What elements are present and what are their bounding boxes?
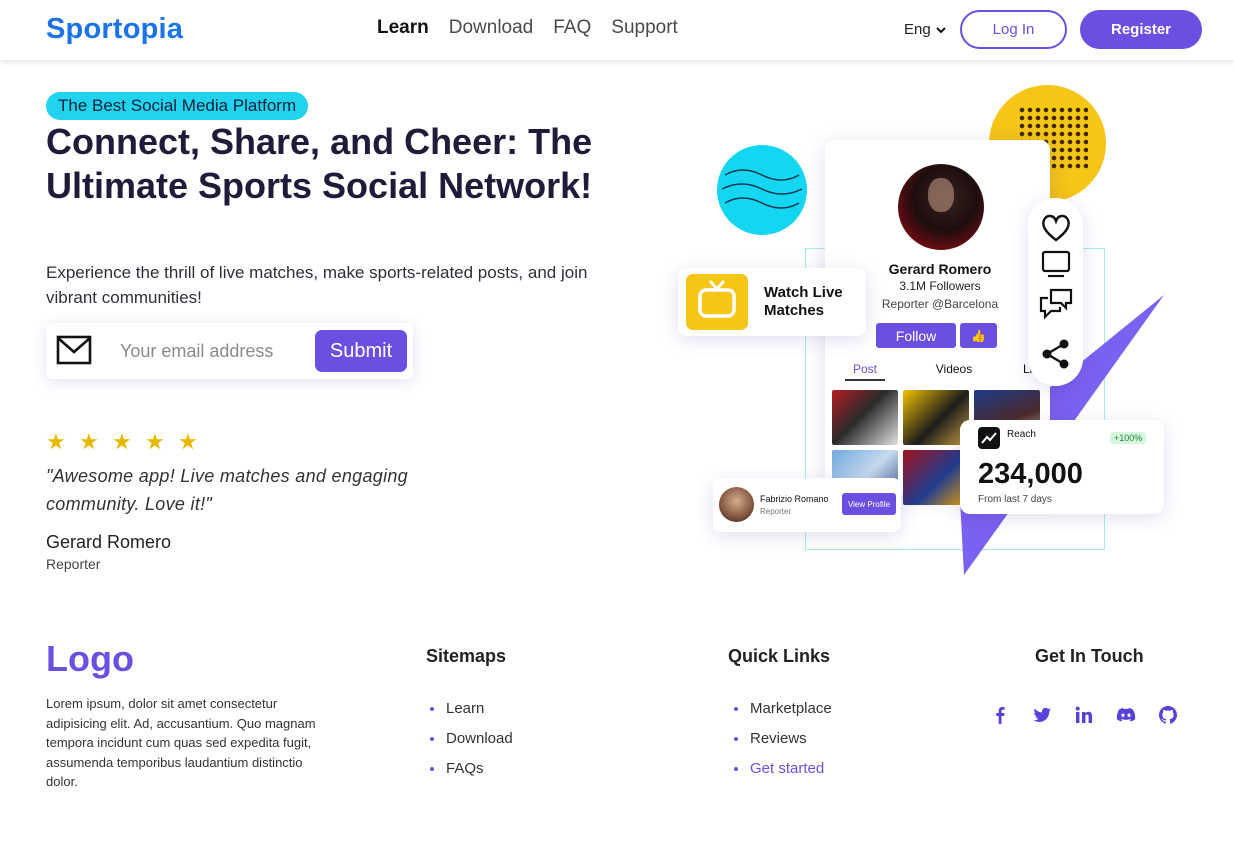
login-button[interactable]: Log In <box>960 10 1067 49</box>
rating-stars: ★ ★ ★ ★ ★ <box>46 429 198 454</box>
nav-learn[interactable]: Learn <box>377 17 429 39</box>
footer-logo[interactable]: Logo <box>46 638 134 680</box>
tv-icon-box <box>686 274 748 330</box>
post-thumbnail[interactable] <box>832 390 898 445</box>
trend-up-icon <box>978 427 1000 449</box>
chevron-down-icon <box>935 26 946 33</box>
mail-icon <box>56 335 92 365</box>
reach-period: From last 7 days <box>978 494 1052 505</box>
hero-illustration: Gerard Romero 3.1M Followers Reporter @B… <box>670 80 1230 580</box>
reporter-name: Fabrizio Romano <box>760 494 829 504</box>
language-label: Eng <box>904 21 931 38</box>
star-icon: ★ <box>112 429 132 454</box>
decor-cyan-circle <box>717 145 807 235</box>
reach-stats-card: Reach +100% 234,000 From last 7 days <box>960 420 1164 514</box>
testimonial-quote: "Awesome app! Live matches and engaging … <box>46 466 408 514</box>
language-selector[interactable]: Eng <box>904 21 946 38</box>
main-nav: Learn Download FAQ Support <box>377 17 698 39</box>
reach-growth-badge: +100% <box>1110 432 1147 444</box>
reach-label: Reach <box>1007 429 1036 440</box>
discord-icon[interactable] <box>1115 704 1137 726</box>
linkedin-icon[interactable] <box>1073 704 1095 726</box>
footer-link-marketplace[interactable]: Marketplace <box>730 694 832 724</box>
facebook-icon[interactable] <box>989 704 1011 726</box>
watch-live-label: Watch Live Matches <box>764 284 843 319</box>
nav-support[interactable]: Support <box>611 17 678 39</box>
reach-value: 234,000 <box>978 458 1083 490</box>
reporter-avatar <box>719 487 754 522</box>
social-links <box>989 704 1179 726</box>
star-icon: ★ <box>46 429 66 454</box>
footer-heading-sitemaps: Sitemaps <box>426 646 507 666</box>
hero-subtitle: Experience the thrill of live matches, m… <box>46 263 588 307</box>
github-icon[interactable] <box>1157 704 1179 726</box>
star-icon: ★ <box>79 429 99 454</box>
footer-sitemaps-list: Learn Download FAQs <box>426 694 513 784</box>
testimonial-role: Reporter <box>46 556 101 572</box>
footer-link-reviews[interactable]: Reviews <box>730 724 832 754</box>
tab-videos[interactable]: Videos <box>936 362 972 381</box>
like-button[interactable]: 👍 <box>960 323 997 348</box>
tagline-badge: The Best Social Media Platform <box>46 92 309 120</box>
reporter-card: Fabrizio Romano Reporter View Profile <box>713 478 901 532</box>
share-icon[interactable] <box>1038 336 1074 372</box>
profile-tabs: Post Videos Live <box>845 362 1045 381</box>
footer-heading-quick-links: Quick Links <box>728 646 831 666</box>
watch-live-card[interactable]: Watch Live Matches <box>678 268 866 336</box>
star-icon: ★ <box>145 429 165 454</box>
footer-link-get-started[interactable]: Get started <box>730 754 832 784</box>
nav-download[interactable]: Download <box>449 17 534 39</box>
wave-lines <box>721 169 803 209</box>
action-sidebar <box>1028 198 1083 386</box>
profile-avatar <box>898 164 984 250</box>
twitter-icon[interactable] <box>1031 704 1053 726</box>
footer-link-learn[interactable]: Learn <box>426 694 513 724</box>
hero-title: Connect, Share, and Cheer: The Ultimate … <box>46 121 593 206</box>
star-icon: ★ <box>178 429 198 454</box>
footer-heading-get-in-touch: Get In Touch <box>1035 646 1144 666</box>
footer-link-faqs[interactable]: FAQs <box>426 754 513 784</box>
tab-post[interactable]: Post <box>845 362 886 381</box>
footer-link-download[interactable]: Download <box>426 724 513 754</box>
register-button[interactable]: Register <box>1080 10 1202 49</box>
tv-icon <box>698 280 736 318</box>
email-signup-form: Submit <box>46 323 413 379</box>
top-navbar: Sportopia Learn Download FAQ Support Eng… <box>0 0 1234 60</box>
heart-icon[interactable] <box>1038 210 1074 246</box>
submit-button[interactable]: Submit <box>315 330 407 372</box>
view-profile-button[interactable]: View Profile <box>842 493 896 515</box>
email-input[interactable] <box>120 338 310 364</box>
chat-icon[interactable] <box>1038 286 1074 322</box>
reporter-role: Reporter <box>760 507 792 516</box>
testimonial-author: Gerard Romero <box>46 532 172 552</box>
thumbs-up-icon: 👍 <box>971 328 986 343</box>
footer-quick-links-list: Marketplace Reviews Get started <box>730 694 832 784</box>
nav-faq[interactable]: FAQ <box>553 17 591 39</box>
tv-icon[interactable] <box>1038 246 1074 282</box>
footer-about-text: Lorem ipsum, dolor sit amet consectetur … <box>46 696 316 789</box>
brand-logo[interactable]: Sportopia <box>46 13 183 46</box>
follow-button[interactable]: Follow <box>876 323 956 348</box>
